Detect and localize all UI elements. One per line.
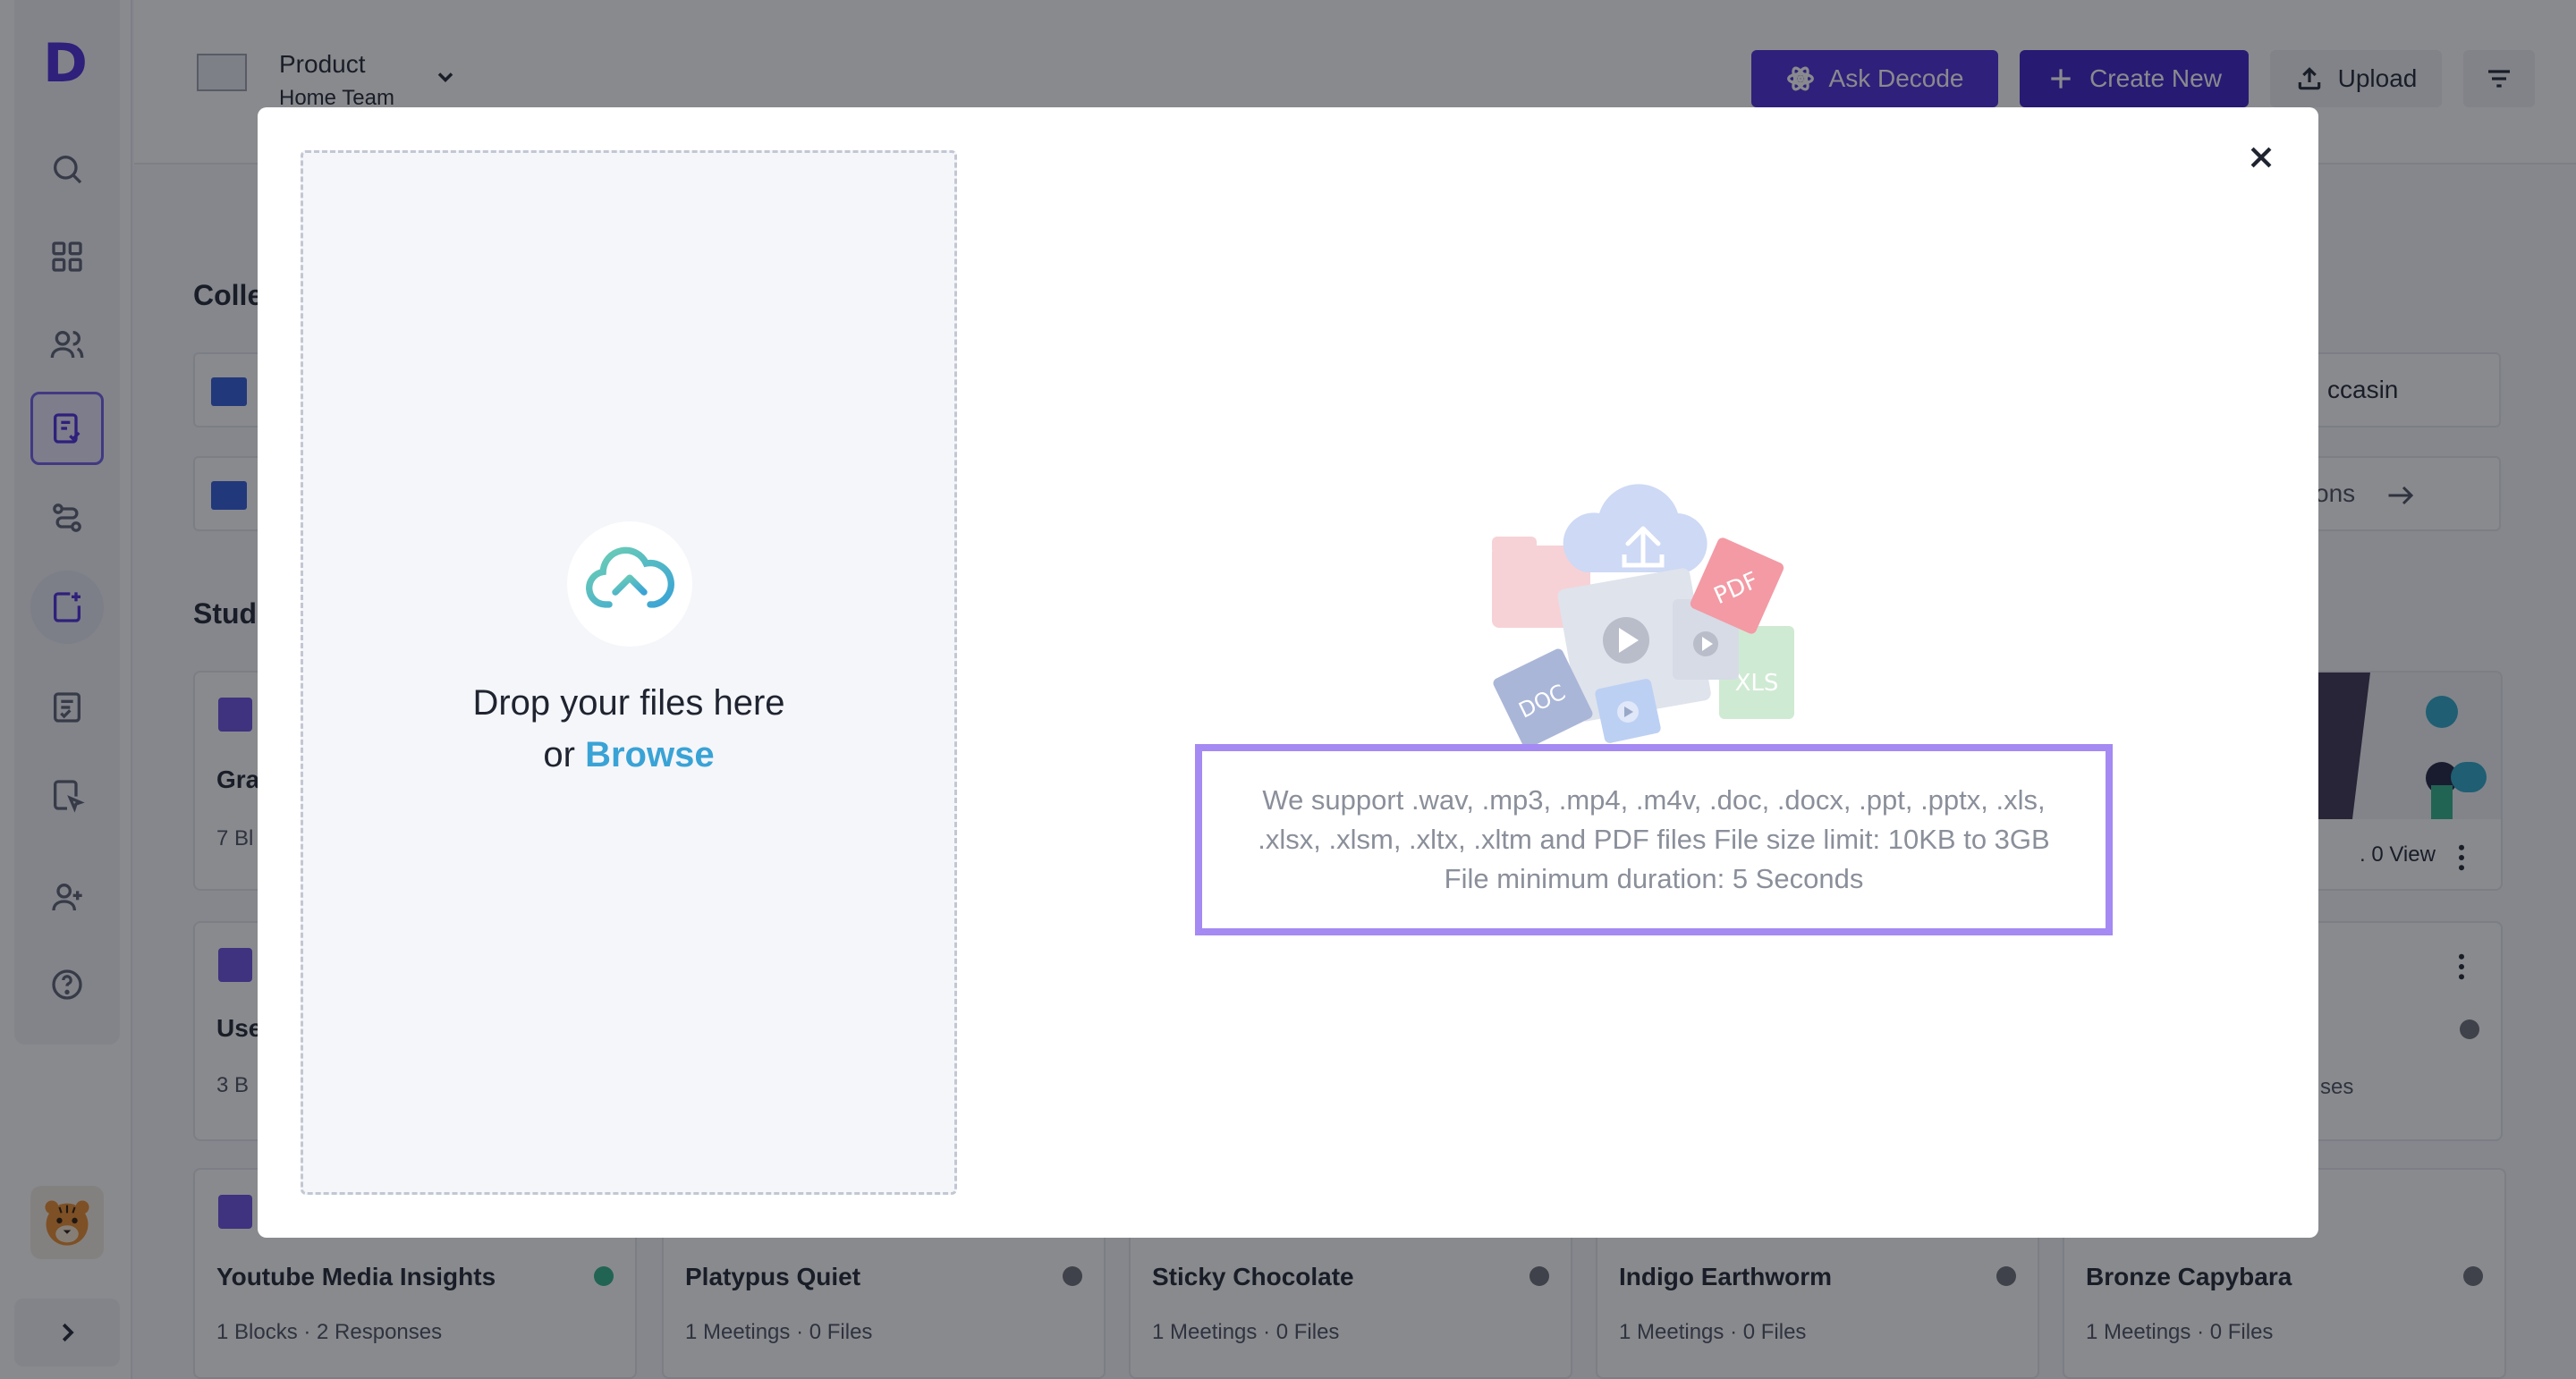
or-text: or	[543, 735, 575, 774]
browse-line: or Browse	[303, 729, 954, 781]
supported-formats-text: We support .wav, .mp3, .mp4, .m4v, .doc,…	[1258, 784, 2050, 894]
supported-formats-box: We support .wav, .mp3, .mp4, .m4v, .doc,…	[1195, 744, 2113, 935]
cloud-upload-icon	[567, 521, 692, 647]
close-icon	[2250, 147, 2272, 168]
file-types-illustration: XLS PDF DOC	[1492, 484, 1794, 749]
browse-link[interactable]: Browse	[585, 735, 715, 774]
drop-instructions: Drop your files here or Browse	[303, 677, 954, 781]
drop-files-text: Drop your files here	[472, 683, 785, 723]
close-modal-button[interactable]	[2234, 131, 2288, 184]
file-dropzone[interactable]: Drop your files here or Browse	[301, 150, 957, 1195]
upload-modal: Drop your files here or Browse XLS PDF D…	[258, 107, 2318, 1238]
xls-label: XLS	[1735, 670, 1779, 697]
